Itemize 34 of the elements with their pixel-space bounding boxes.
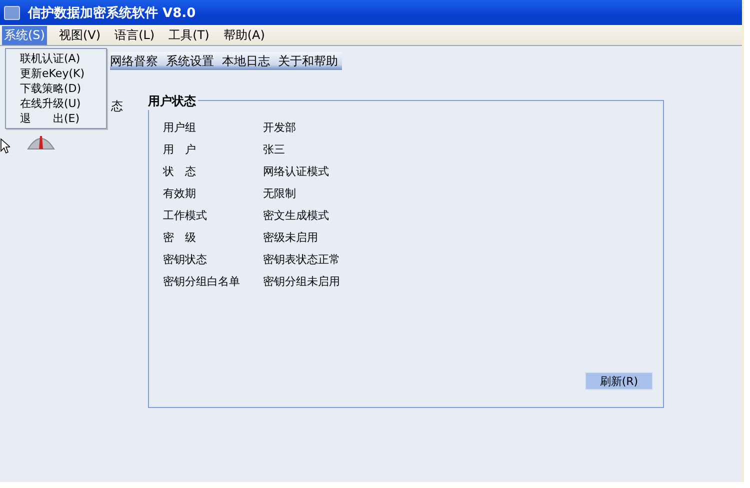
field-label: 工作模式 — [163, 209, 208, 223]
menu-item[interactable]: 系统(S) — [2, 26, 47, 44]
field-label: 用户组 — [163, 121, 197, 135]
menu-item[interactable]: 视图(V) — [56, 26, 103, 44]
refresh-button[interactable]: 刷新(R) — [585, 372, 653, 390]
menu-option[interactable]: 在线升级(U) — [6, 96, 106, 111]
menu-option[interactable]: 下载策略(D) — [6, 81, 106, 96]
field-label: 状 态 — [163, 165, 197, 179]
field-value: 无限制 — [263, 187, 297, 201]
menu-option[interactable]: 退 出(E) — [6, 111, 106, 126]
field-value: 密钥分组未启用 — [263, 275, 341, 289]
field-label: 有效期 — [163, 187, 197, 201]
side-label: 态 — [111, 98, 123, 115]
menu-item[interactable]: 工具(T) — [166, 26, 212, 44]
field-value: 张三 — [263, 143, 286, 157]
field-value: 开发部 — [263, 121, 297, 135]
toolbar-tab[interactable]: 本地日志 — [222, 52, 270, 70]
menu-option[interactable]: 联机认证(A) — [6, 51, 106, 66]
menu-option[interactable]: 更新eKey(K) — [6, 66, 106, 81]
field-label: 密钥状态 — [163, 253, 208, 267]
field-label: 密 级 — [163, 231, 197, 245]
menu-item[interactable]: 语言(L) — [112, 26, 157, 44]
toolbar-tab[interactable]: 网络督察 — [110, 52, 158, 70]
window-title: 信护数据加密系统软件 V8.0 — [28, 4, 196, 22]
panel-title: 用户状态 — [148, 93, 198, 110]
field-value: 密钥表状态正常 — [263, 253, 341, 267]
menu-item[interactable]: 帮助(A) — [221, 26, 267, 44]
field-value: 密文生成模式 — [263, 209, 330, 223]
field-value: 网络认证模式 — [263, 165, 330, 179]
field-label: 密钥分组白名单 — [163, 275, 241, 289]
toolbar-tab[interactable]: 关于和帮助 — [278, 52, 338, 70]
field-value: 密级未启用 — [263, 231, 319, 245]
toolbar-tab[interactable]: 系统设置 — [166, 52, 214, 70]
field-label: 用 户 — [163, 143, 197, 157]
